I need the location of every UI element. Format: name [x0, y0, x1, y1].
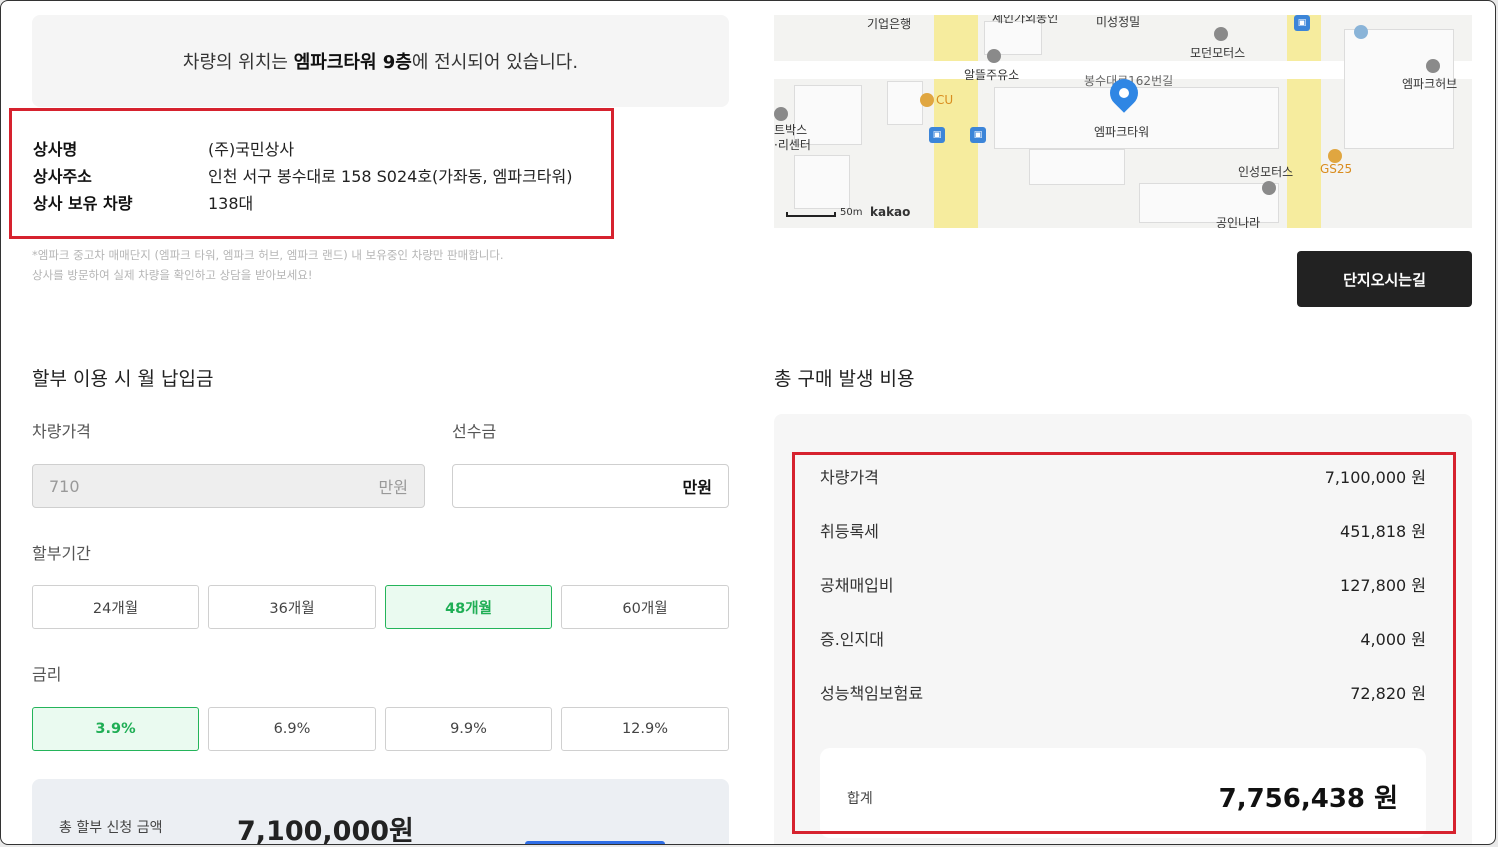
price-input-value: 710: [49, 476, 80, 496]
period-option-48[interactable]: 48개월: [385, 585, 552, 629]
convenience-store-icon: [1328, 149, 1342, 163]
down-payment-label: 선수금: [452, 422, 497, 441]
map-label-textbox2: ·리센터: [774, 138, 811, 152]
down-payment-input[interactable]: 만원: [452, 464, 729, 508]
installment-summary: 총 할부 신청 금액 7,100,000원: [32, 779, 729, 845]
map-label-gs25: GS25: [1320, 162, 1353, 176]
dealer-name-value: (주)국민상사: [208, 140, 295, 159]
dealer-vehicles-label: 상사 보유 차량: [33, 194, 133, 213]
map-label-modern: 모던모터스: [1190, 46, 1246, 60]
fine-print-line1: *엠파크 중고차 매매단지 (엠파크 타워, 엠파크 허브, 엠파크 랜드) 내…: [32, 248, 504, 262]
rate-option-3-9[interactable]: 3.9%: [32, 707, 199, 751]
dealer-info-highlight: 상사명 (주)국민상사 상사주소 인천 서구 봉수대로 158 S024호(가좌…: [9, 108, 614, 239]
map-scale-bar: [786, 212, 836, 217]
kakao-logo: kakao: [870, 205, 911, 219]
price-input: 710 만원: [32, 464, 425, 508]
dealer-address-value: 인천 서구 봉수대로 158 S024호(가좌동, 엠파크타워): [208, 167, 573, 186]
fine-print: *엠파크 중고차 매매단지 (엠파크 타워, 엠파크 허브, 엠파크 랜드) 내…: [32, 245, 504, 285]
dealer-address-label: 상사주소: [33, 167, 92, 186]
map-label-misung: 미성정밀: [1096, 15, 1141, 29]
map-block: [794, 155, 850, 209]
map-block: [887, 81, 923, 125]
summary-label: 총 할부 신청 금액: [59, 820, 163, 836]
rate-option-9-9[interactable]: 9.9%: [385, 707, 552, 751]
price-label: 차량가격: [32, 422, 91, 441]
price-unit: 만원: [378, 478, 408, 497]
summary-amount: 7,100,000원: [237, 816, 414, 845]
map-road: [1287, 15, 1321, 228]
bus-stop-icon: ▣: [970, 127, 986, 143]
period-option-60[interactable]: 60개월: [561, 585, 729, 629]
map-label-inseong: 인성모터스: [1238, 165, 1294, 179]
period-option-24[interactable]: 24개월: [32, 585, 199, 629]
rate-label: 금리: [32, 665, 62, 684]
map-label-gongin: 공인나라: [1216, 216, 1261, 228]
directions-button[interactable]: 단지오시는길: [1297, 251, 1472, 307]
costs-title: 총 구매 발생 비용: [774, 368, 915, 390]
map-scale-label: 50m: [840, 207, 863, 218]
dealer-name-label: 상사명: [33, 140, 78, 159]
notice-prefix: 차량의 위치는: [182, 52, 294, 73]
gas-station-icon: [987, 49, 1001, 63]
location-map[interactable]: 기업은행 세인가외동인 미성정밀 모던모터스 ▣ 엠파크허브 알뜰주유소 봉수대…: [774, 15, 1472, 228]
poi-dot-icon: [774, 107, 788, 121]
convenience-store-icon: [920, 93, 934, 107]
bus-stop-icon: ▣: [929, 127, 945, 143]
summary-button-edge[interactable]: [525, 841, 665, 844]
map-label-ibk: 기업은행: [867, 17, 912, 31]
period-label: 할부기간: [32, 544, 91, 563]
rate-option-12-9[interactable]: 12.9%: [561, 707, 729, 751]
rate-option-6-9[interactable]: 6.9%: [208, 707, 376, 751]
map-label-top: 세인가외동인: [992, 15, 1059, 25]
map-block: [1029, 149, 1125, 185]
period-option-36[interactable]: 36개월: [208, 585, 376, 629]
notice-place: 엠파크타워 9층: [293, 52, 412, 73]
map-label-tower: 엠파크타워: [1094, 125, 1150, 139]
gas-station-icon: [1214, 27, 1228, 41]
map-road: [934, 15, 978, 228]
gas-station-icon: [1262, 181, 1276, 195]
location-notice: 차량의 위치는 엠파크타워 9층 에 전시되어 있습니다.: [32, 15, 729, 107]
installment-title: 할부 이용 시 월 납입금: [32, 368, 214, 390]
page-frame: 차량의 위치는 엠파크타워 9층 에 전시되어 있습니다. 상사명 (주)국민상…: [0, 0, 1496, 845]
parking-icon: [1354, 25, 1368, 39]
poi-dot-icon: [1426, 59, 1440, 73]
notice-suffix: 에 전시되어 있습니다.: [411, 52, 579, 73]
map-label-empark-hub: 엠파크허브: [1402, 77, 1458, 91]
cost-highlight: [792, 452, 1456, 834]
dealer-vehicles-value: 138대: [208, 194, 254, 213]
down-payment-unit: 만원: [682, 478, 712, 497]
bus-stop-icon: ▣: [1294, 15, 1310, 31]
fine-print-line2: 상사를 방문하여 실제 차량을 확인하고 상담을 받아보세요!: [32, 268, 313, 282]
map-label-cu: CU: [936, 93, 954, 107]
map-label-altteul: 알뜰주유소: [964, 68, 1020, 82]
